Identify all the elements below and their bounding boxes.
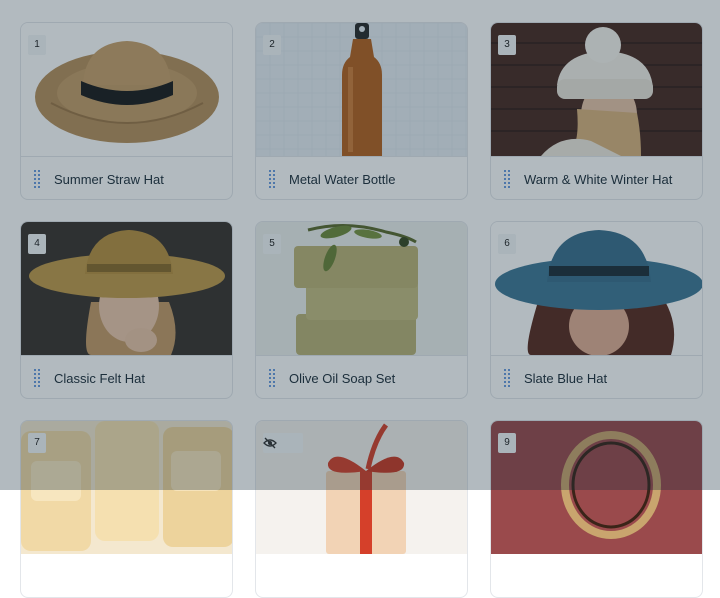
product-image-soap-set: 5 — [256, 222, 467, 355]
product-name: Warm & White Winter Hat — [524, 172, 673, 187]
drag-handle-icon[interactable] — [504, 369, 512, 389]
product-card[interactable]: 3 Warm & White Winter Hat — [490, 22, 703, 200]
drag-handle-icon[interactable] — [269, 170, 277, 190]
eye-off-icon — [263, 437, 277, 449]
drag-handle-icon[interactable] — [34, 369, 42, 389]
product-card[interactable]: 4 Classic Felt Hat — [20, 221, 233, 399]
product-image-winter-hat: 3 — [491, 23, 702, 156]
product-image-gift-box — [256, 421, 467, 554]
product-image-straw-hat: 1 — [21, 23, 232, 156]
product-card[interactable]: 5 Olive Oil Soap Set — [255, 221, 468, 399]
product-image-slate-blue-hat: 6 — [491, 222, 702, 355]
position-badge: 4 — [28, 234, 46, 254]
product-card[interactable]: 6 Slate Blue Hat — [490, 221, 703, 399]
position-badge: 9 — [498, 433, 516, 453]
position-badge: 2 — [263, 35, 281, 55]
product-image-water-bottle: 2 — [256, 23, 467, 156]
product-name: Metal Water Bottle — [289, 172, 396, 187]
drag-handle-icon[interactable] — [34, 170, 42, 190]
product-card[interactable]: 9 — [490, 420, 703, 598]
product-name: Classic Felt Hat — [54, 371, 146, 386]
position-badge: 5 — [263, 234, 281, 254]
product-name: Summer Straw Hat — [54, 172, 164, 187]
product-card[interactable]: 1 Summer Straw Hat — [20, 22, 233, 200]
product-card[interactable]: 2 Metal Water Bottle — [255, 22, 468, 200]
product-image-ring: 9 — [491, 421, 702, 554]
product-image-soap-bars: 7 — [21, 421, 232, 554]
position-badge: 3 — [498, 35, 516, 55]
product-card[interactable] — [255, 420, 468, 598]
drag-handle-icon[interactable] — [504, 170, 512, 190]
drag-handle-icon[interactable] — [269, 369, 277, 389]
product-name: Slate Blue Hat — [524, 371, 608, 386]
product-grid: 1 Summer Straw Hat 2 Metal Water Bottle … — [0, 0, 720, 598]
product-name: Olive Oil Soap Set — [289, 371, 396, 386]
hidden-badge — [263, 433, 303, 453]
position-badge: 6 — [498, 234, 516, 254]
position-badge: 1 — [28, 35, 46, 55]
position-badge: 7 — [28, 433, 46, 453]
product-card[interactable]: 7 — [20, 420, 233, 598]
product-image-felt-hat: 4 — [21, 222, 232, 355]
